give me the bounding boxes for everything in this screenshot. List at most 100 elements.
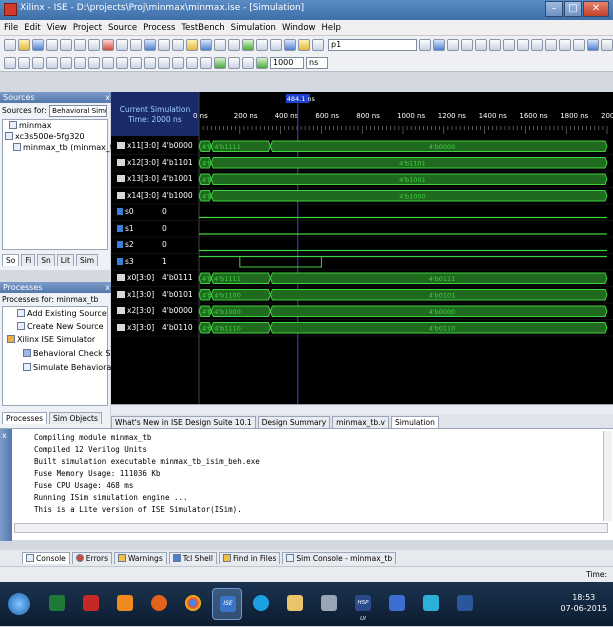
marker-icon[interactable]	[88, 56, 100, 69]
menu-testbench[interactable]: TestBench	[181, 23, 224, 33]
signal-name[interactable]: x11[3:0]	[111, 141, 159, 150]
redo-icon[interactable]	[130, 39, 142, 51]
excel-taskbar-icon[interactable]	[42, 588, 72, 620]
wave-hscroll[interactable]	[111, 404, 613, 414]
minimize-button[interactable]: –	[545, 1, 563, 17]
signal-name[interactable]: x3[3:0]	[111, 323, 159, 332]
run-for-icon[interactable]	[256, 56, 268, 69]
system-clock[interactable]: 18:53 07-06-2015	[561, 592, 608, 614]
close-all-icon[interactable]	[172, 39, 184, 51]
close-button[interactable]: ✕	[583, 1, 609, 17]
zoom-fit-icon[interactable]	[573, 39, 585, 51]
tab-files[interactable]: Fi	[21, 254, 36, 266]
tab-simulation[interactable]: Simulation	[390, 416, 439, 428]
menu-process[interactable]: Process	[143, 23, 175, 33]
cascade-icon[interactable]	[256, 39, 268, 51]
process-add-existing[interactable]: Add Existing Source	[17, 309, 107, 318]
process-create-new[interactable]: Create New Source	[17, 322, 104, 331]
uncomment-icon[interactable]	[531, 39, 543, 51]
format-icon[interactable]	[475, 39, 487, 51]
break-icon[interactable]	[228, 56, 240, 69]
menu-window[interactable]: Window	[282, 23, 316, 33]
runtime-field[interactable]: 1000	[270, 56, 304, 69]
process-isim[interactable]: Xilinx ISE Simulator	[7, 335, 95, 344]
app-taskbar-icon[interactable]	[382, 588, 412, 620]
forward-icon[interactable]	[18, 56, 30, 69]
stop-icon[interactable]	[228, 39, 240, 51]
tab-whats-new[interactable]: What's New in ISE Design Suite 10.1	[111, 416, 256, 428]
step-icon[interactable]	[242, 56, 254, 69]
console-close-icon[interactable]: x	[2, 431, 7, 440]
cursor-icon[interactable]	[102, 56, 114, 69]
chrome-taskbar-icon[interactable]	[178, 588, 208, 620]
design-summary-icon[interactable]	[186, 39, 198, 51]
menu-simulation[interactable]: Simulation	[231, 23, 276, 33]
tab-design-summary[interactable]: Design Summary	[257, 416, 331, 428]
language-templates-icon[interactable]	[298, 39, 310, 51]
tab-libraries[interactable]: Lit	[56, 254, 74, 266]
signal-up-icon[interactable]	[172, 56, 184, 69]
tab-errors[interactable]: Errors	[71, 552, 112, 564]
ise-taskbar-icon[interactable]: ISE	[212, 588, 242, 620]
tab-sim-console[interactable]: Sim Console - minmax_tb	[282, 552, 397, 564]
close-doc-icon[interactable]	[158, 39, 170, 51]
zoom-in-icon[interactable]	[545, 39, 557, 51]
tab-console[interactable]: Console	[22, 552, 70, 564]
goto-time-icon[interactable]	[601, 39, 613, 51]
bookmark-next-icon[interactable]	[447, 39, 459, 51]
measure-icon[interactable]	[116, 56, 128, 69]
tools-taskbar-icon[interactable]	[314, 588, 344, 620]
tab-snapshots[interactable]: Sn	[37, 254, 55, 266]
tab-warnings[interactable]: Warnings	[113, 552, 167, 564]
tree-item-project[interactable]: minmax	[9, 121, 52, 130]
signal-name[interactable]: x0[3:0]	[111, 273, 159, 282]
binoculars-icon[interactable]	[312, 39, 324, 51]
signal-name[interactable]: x2[3:0]	[111, 306, 159, 315]
maximize-button[interactable]: □	[564, 1, 582, 17]
menu-file[interactable]: File	[4, 23, 18, 33]
signal-name[interactable]: x13[3:0]	[111, 174, 159, 183]
signal-name[interactable]: x1[3:0]	[111, 290, 159, 299]
signal-name[interactable]: x14[3:0]	[111, 191, 159, 200]
find-icon[interactable]	[144, 39, 156, 51]
bookmark-icon[interactable]	[433, 39, 445, 51]
compile-icon[interactable]	[214, 39, 226, 51]
processes-close-icon[interactable]: x	[105, 282, 110, 293]
context-help-icon[interactable]	[587, 39, 599, 51]
signal-down-icon[interactable]	[186, 56, 198, 69]
run-icon[interactable]	[242, 39, 254, 51]
tab-sources[interactable]: So	[2, 254, 20, 266]
sources-close-icon[interactable]: x	[105, 92, 110, 103]
restart-icon[interactable]	[214, 56, 226, 69]
undo-icon[interactable]	[116, 39, 128, 51]
add-wave-icon[interactable]	[200, 56, 212, 69]
back-icon[interactable]	[4, 56, 16, 69]
tab-find-in-files[interactable]: Find in Files	[218, 552, 281, 564]
open-folder-icon[interactable]	[18, 39, 30, 51]
signal-name[interactable]: s1	[111, 224, 159, 233]
menu-source[interactable]: Source	[108, 23, 137, 33]
new-file-icon[interactable]	[4, 39, 16, 51]
delete-icon[interactable]	[102, 39, 114, 51]
vlc-taskbar-icon[interactable]	[110, 588, 140, 620]
console-hscroll[interactable]	[14, 523, 608, 533]
window-icon[interactable]	[200, 39, 212, 51]
viewer-taskbar-icon[interactable]	[416, 588, 446, 620]
text-format-icon[interactable]	[74, 56, 86, 69]
start-button[interactable]	[4, 588, 34, 620]
explorer-taskbar-icon[interactable]	[280, 588, 310, 620]
help-icon[interactable]	[284, 39, 296, 51]
tab-processes[interactable]: Processes	[2, 412, 47, 424]
tile-icon[interactable]	[270, 39, 282, 51]
menu-edit[interactable]: Edit	[24, 23, 40, 33]
indent-icon[interactable]	[489, 39, 501, 51]
menu-project[interactable]: Project	[73, 23, 102, 33]
save-icon[interactable]	[32, 39, 44, 51]
word-taskbar-icon[interactable]	[450, 588, 480, 620]
copy-icon[interactable]	[74, 39, 86, 51]
align-left-icon[interactable]	[32, 56, 44, 69]
outdent-icon[interactable]	[503, 39, 515, 51]
hsp-taskbar-icon[interactable]: HSP UI	[348, 588, 378, 622]
sources-for-select[interactable]: Behavioral Simulation	[49, 105, 108, 117]
menu-view[interactable]: View	[47, 23, 67, 33]
